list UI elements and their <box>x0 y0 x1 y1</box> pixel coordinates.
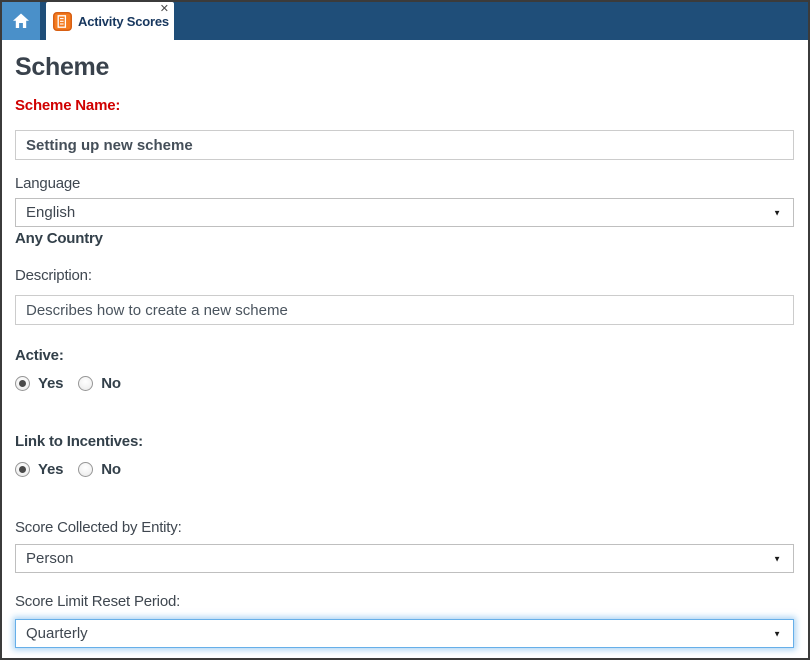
link-to-incentives-radio-group: Yes No <box>15 461 794 478</box>
active-yes-label: Yes <box>38 374 64 392</box>
active-no-label: No <box>101 374 121 392</box>
form-content: Scheme Scheme Name: Language English ▼ A… <box>2 53 808 648</box>
incentives-option-yes[interactable]: Yes <box>15 461 63 478</box>
score-limit-reset-period-select[interactable]: Quarterly ▼ <box>15 619 794 648</box>
scheme-name-input[interactable] <box>15 130 794 160</box>
home-button[interactable] <box>2 2 40 40</box>
description-label: Description: <box>15 267 92 284</box>
score-reset-select-value: Quarterly <box>26 625 88 642</box>
dropdown-arrow-icon: ▼ <box>773 629 781 638</box>
language-select[interactable]: English ▼ <box>15 198 794 227</box>
active-radio-group: Yes No <box>15 375 794 392</box>
tab-close-icon[interactable]: ✕ <box>160 4 169 15</box>
tab-label: Activity Scores <box>78 13 169 29</box>
tab-bar: Activity Scores ✕ <box>2 2 808 40</box>
incentives-no-label: No <box>101 460 121 478</box>
incentives-yes-label: Yes <box>38 460 64 478</box>
active-label: Active: <box>15 347 64 364</box>
home-icon <box>13 13 29 28</box>
any-country-note: Any Country <box>15 230 103 247</box>
score-limit-reset-period-label: Score Limit Reset Period: <box>15 593 181 610</box>
score-collected-by-entity-label: Score Collected by Entity: <box>15 519 182 536</box>
active-option-no[interactable]: No <box>78 375 121 392</box>
dropdown-arrow-icon: ▼ <box>773 208 781 217</box>
incentives-option-no[interactable]: No <box>78 461 121 478</box>
radio-selected-icon[interactable] <box>15 461 30 477</box>
score-collected-by-entity-select[interactable]: Person ▼ <box>15 544 794 573</box>
radio-unselected-icon[interactable] <box>78 461 94 477</box>
scheme-name-label: Scheme Name: <box>15 97 121 114</box>
link-to-incentives-label: Link to Incentives: <box>15 433 143 450</box>
tab-activity-scores[interactable]: Activity Scores ✕ <box>46 2 174 40</box>
page-title: Scheme <box>15 53 110 81</box>
radio-unselected-icon[interactable] <box>78 375 94 391</box>
app-window: Activity Scores ✕ Scheme Scheme Name: La… <box>0 0 810 660</box>
score-entity-select-value: Person <box>26 550 74 567</box>
language-label: Language <box>15 175 81 192</box>
description-input[interactable] <box>15 295 794 325</box>
language-select-value: English <box>26 204 76 221</box>
active-option-yes[interactable]: Yes <box>15 375 63 392</box>
radio-selected-icon[interactable] <box>15 375 30 391</box>
document-icon <box>53 11 72 31</box>
dropdown-arrow-icon: ▼ <box>773 554 781 563</box>
